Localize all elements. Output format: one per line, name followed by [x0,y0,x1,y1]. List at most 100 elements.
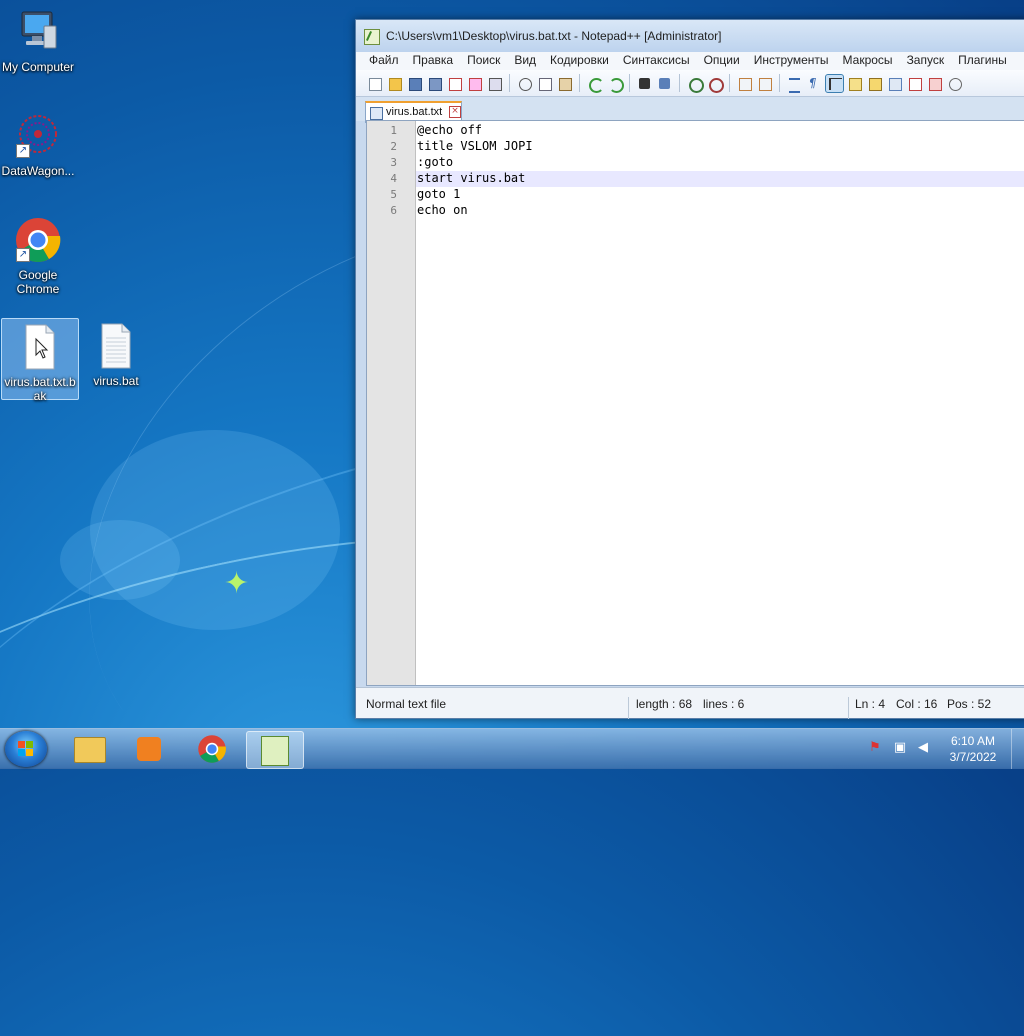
word-wrap-icon[interactable] [786,75,803,93]
paste-icon[interactable] [556,75,573,92]
doc-list-icon[interactable] [886,75,903,92]
desktop-icon-virus-bat[interactable]: virus.bat [78,322,154,388]
text-editor[interactable]: 1 2 3 4 5 6 @echo off title VSLOM JOPI :… [366,120,1024,686]
chrome-icon: ↗ [14,216,62,264]
close-all-icon[interactable] [466,75,483,92]
windows-logo-icon [18,741,34,757]
line-number: 6 [390,204,397,217]
new-file-icon[interactable] [366,75,383,92]
shortcut-arrow-icon: ↗ [16,248,30,262]
status-lines: lines : 6 [703,697,745,711]
menu-macro[interactable]: Макросы [836,52,900,70]
status-length: length : 68 [636,697,693,711]
zoom-out-icon[interactable] [706,75,724,93]
indent-guide-icon[interactable] [825,73,844,93]
menu-run[interactable]: Запуск [900,52,952,70]
find-icon[interactable] [636,75,653,92]
status-col: Col : 16 [896,697,938,711]
saved-file-icon [370,107,383,120]
close-icon[interactable] [446,75,463,92]
desktop-icon-label: virus.bat.txt.bak [4,375,76,403]
datawagon-icon: ↗ [14,112,62,160]
line-number: 4 [390,172,397,185]
redo-icon[interactable] [606,75,624,93]
clock-time: 6:10 AM [950,734,996,748]
folder-as-workspace-icon[interactable] [926,75,943,92]
show-desktop-button[interactable] [1011,729,1024,769]
taskbar-media-player[interactable] [122,731,178,767]
menu-bar: Файл Правка Поиск Вид Кодировки Синтакси… [356,52,1024,70]
menu-settings[interactable]: Опции [697,52,747,70]
media-player-icon [137,737,161,761]
line-number: 2 [390,140,397,153]
sync-horizontal-icon[interactable] [756,75,773,92]
undo-icon[interactable] [586,75,604,93]
menu-search[interactable]: Поиск [460,52,507,70]
code-line[interactable]: title VSLOM JOPI [417,139,533,153]
status-pos: Pos : 52 [947,697,992,711]
desktop-icon-label: Google Chrome [16,268,60,296]
tab-bar: virus.bat.txt × [356,97,1024,123]
title-bar[interactable]: C:\Users\vm1\Desktop\virus.bat.txt - Not… [356,20,1024,52]
line-number: 1 [390,124,397,137]
computer-icon [14,8,62,56]
explorer-icon [74,737,106,763]
line-number: 5 [390,188,397,201]
clock-date: 3/7/2022 [949,750,997,764]
desktop-icon-label: My Computer [1,60,75,74]
save-icon[interactable] [406,75,423,92]
code-line[interactable]: @echo off [417,123,482,137]
code-line[interactable]: :goto [417,155,453,169]
wallpaper-logo: ✦ [224,566,250,601]
menu-plugins[interactable]: Плагины [951,52,1014,70]
batch-file-icon [92,322,140,370]
desktop-icon-google-chrome[interactable]: ↗ Google Chrome [0,216,76,296]
taskbar-notepadpp[interactable] [246,731,304,769]
taskbar-explorer[interactable] [62,731,118,767]
notepadpp-app-icon [364,29,380,45]
monitoring-icon[interactable] [946,75,963,92]
copy-icon[interactable] [536,75,553,92]
show-all-chars-icon[interactable]: ¶ [806,75,823,92]
start-button[interactable] [5,731,47,767]
code-line[interactable]: start virus.bat [417,171,525,185]
notepadpp-window[interactable]: C:\Users\vm1\Desktop\virus.bat.txt - Not… [355,19,1024,719]
desktop-icon-label: virus.bat [93,374,139,388]
status-bar: Normal text file length : 68 lines : 6 L… [356,687,1024,719]
menu-view[interactable]: Вид [507,52,543,70]
code-line[interactable]: goto 1 [417,187,460,201]
menu-edit[interactable]: Правка [406,52,461,70]
shortcut-arrow-icon: ↗ [16,144,30,158]
chrome-icon [198,735,226,763]
desktop-icon-my-computer[interactable]: My Computer [0,8,76,74]
action-center-flag-icon[interactable]: ⚑ [868,741,882,755]
tab-close-icon[interactable]: × [449,106,461,118]
desktop-icon-virus-bat-txt-bak[interactable]: virus.bat.txt.bak [1,318,79,403]
window-title: C:\Users\vm1\Desktop\virus.bat.txt - Not… [386,29,722,43]
cut-icon[interactable] [516,75,533,92]
network-icon[interactable]: ▣ [893,741,907,755]
desktop-icon-label: DataWagon... [1,164,75,178]
system-clock[interactable]: 6:10 AM 3/7/2022 [938,733,1008,765]
doc-map-icon[interactable] [866,75,883,92]
menu-tools[interactable]: Инструменты [747,52,836,70]
menu-language[interactable]: Синтаксисы [616,52,697,70]
zoom-in-icon[interactable] [686,75,704,93]
desktop-icon-datawagon[interactable]: ↗ DataWagon... [0,112,76,178]
code-line[interactable]: echo on [417,203,468,217]
replace-icon[interactable] [656,75,673,92]
open-file-icon[interactable] [386,75,403,92]
volume-icon[interactable]: ◀ [916,741,930,755]
notepadpp-icon [261,736,289,766]
udl-icon[interactable] [846,75,863,92]
menu-encoding[interactable]: Кодировки [543,52,616,70]
text-file-icon [16,323,64,371]
function-list-icon[interactable] [906,75,923,92]
taskbar: ⚑ ▣ ◀ 6:10 AM 3/7/2022 [0,728,1024,769]
sync-vertical-icon[interactable] [736,75,753,92]
save-all-icon[interactable] [426,75,443,92]
tab-label: virus.bat.txt [386,106,443,118]
taskbar-chrome[interactable] [184,731,240,767]
print-icon[interactable] [486,75,503,92]
menu-file[interactable]: Файл [362,52,406,70]
